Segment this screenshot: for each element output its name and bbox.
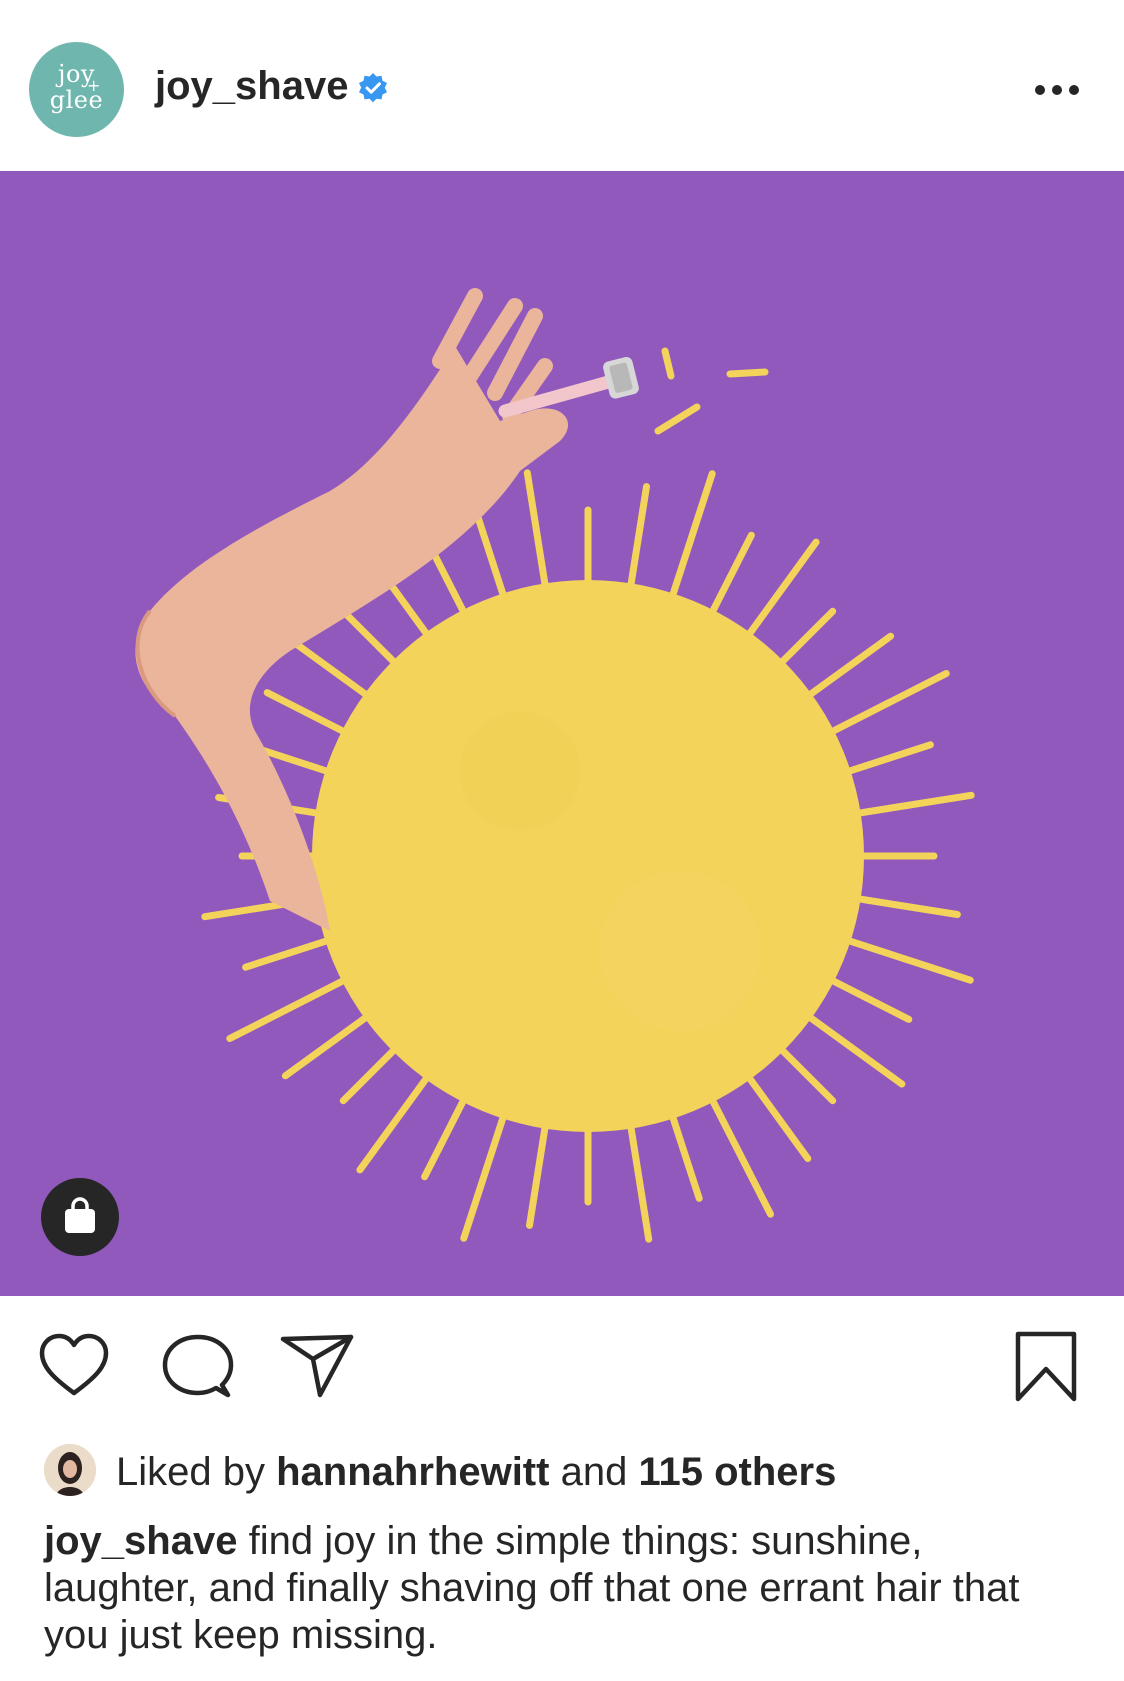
caption-username[interactable]: joy_shave [44,1519,237,1563]
sun-ray [772,607,837,672]
likes-row: Liked by hannahrhewitt and 115 others [0,1440,1124,1500]
sun-ray [740,538,820,645]
comment-icon[interactable] [162,1333,234,1401]
sun-ray [705,1089,774,1218]
sun-ray [281,1008,377,1080]
sun-ray [821,670,950,739]
post-caption: joy_shave find joy in the simple things:… [44,1518,1084,1659]
bookmark-icon[interactable] [1014,1331,1078,1403]
send-icon[interactable] [280,1333,354,1399]
shopping-bag-icon [65,1197,95,1233]
sun-ray [772,1040,837,1105]
sun-ray [226,973,355,1042]
sun-ray [799,632,895,704]
heart-icon[interactable] [38,1333,110,1397]
sun-ray [421,1089,471,1181]
profile-username[interactable]: joy_shave [155,62,348,110]
sun-ray [526,1115,550,1229]
sun-ray [666,470,716,607]
sun-ray [356,1067,436,1174]
verified-badge-icon [359,73,387,103]
sun-ray [847,791,975,818]
sun-ray [626,1115,653,1243]
sun-ray [847,894,961,918]
avatar-text-line-2: glee [49,86,104,114]
action-bar [0,1296,1124,1416]
likes-count[interactable]: 115 others [638,1450,836,1494]
shop-badge[interactable] [41,1178,119,1256]
sun-ray [821,973,913,1023]
sun-ray [740,1067,812,1163]
sun-ray [339,607,404,672]
profile-avatar[interactable]: joy + glee [29,42,124,137]
sun-ray [242,934,339,971]
avatar-text-line-1: joy [58,60,95,88]
sun-ray [523,469,550,597]
likes-summary: Liked by hannahrhewitt and 115 others [116,1448,836,1496]
post-header: joy + glee joy_shave [0,0,1124,171]
likes-middle: and [560,1450,628,1494]
sun-ray [799,1008,906,1088]
sun-ray [837,934,974,984]
sun-ray [339,1040,404,1105]
liker-avatar[interactable] [44,1444,96,1496]
post-image[interactable] [0,171,1124,1296]
sun-illustration [135,288,975,1243]
sun-ray [666,1105,703,1202]
sun-ray [626,483,650,597]
liker-avatar-image-icon [44,1444,96,1496]
sun-ray [705,531,755,623]
sun-ray [263,689,355,739]
likes-prefix: Liked by [116,1450,265,1494]
more-options-icon[interactable] [1032,72,1082,108]
sun-ray [473,510,510,607]
sun-ray [837,741,934,778]
sun-ray [460,1105,510,1242]
liker-username[interactable]: hannahrhewitt [276,1450,549,1494]
